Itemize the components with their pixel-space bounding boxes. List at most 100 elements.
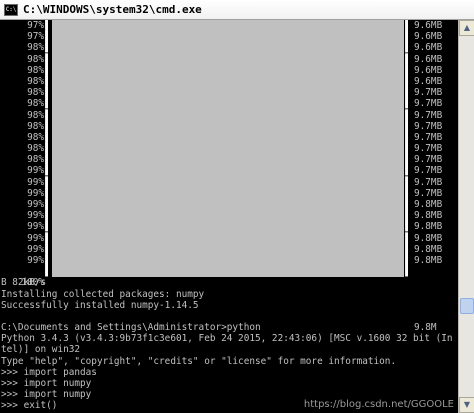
progress-size: 9.6MB (414, 64, 443, 76)
progress-bar-left-cap: ▌ (45, 176, 51, 188)
progress-bar-left-cap: ▌ (45, 165, 51, 177)
progress-bar-fill (52, 109, 404, 121)
progress-size: 9.6MB (414, 75, 443, 87)
progress-bar-fill (52, 266, 404, 278)
progress-bar-right-cap: ▌ (405, 31, 411, 43)
progress-row: 99% ▌ ▌ 9.8MB (0, 243, 458, 255)
progress-bar-right-cap: ▌ (405, 266, 411, 278)
progress-size: 9.8MB (414, 232, 443, 244)
progress-row: 98% ▌ ▌ 9.7MB (0, 131, 458, 144)
progress-bar-fill (52, 120, 404, 132)
progress-bar-left-cap: ▌ (45, 64, 51, 76)
progress-row: 99% ▌ ▌ 9.8MB (0, 221, 458, 233)
progress-bar-left-cap: ▌ (45, 187, 51, 199)
progress-bar-fill (52, 221, 404, 233)
progress-bar-fill (52, 64, 404, 76)
progress-size: 9.8MB (414, 243, 443, 255)
progress-bar-fill (52, 176, 404, 188)
progress-bar-right-cap: ▌ (405, 109, 411, 121)
scroll-down-button[interactable]: ▼ (459, 397, 474, 413)
progress-row: 98% ▌ ▌ 9.7MB (0, 87, 458, 99)
progress-size: 9.7MB (414, 154, 443, 166)
progress-bar-right-cap: ▌ (405, 98, 411, 110)
progress-bar-left-cap: ▌ (45, 75, 51, 87)
progress-bar-fill (52, 254, 404, 267)
progress-percent: 98% (27, 87, 44, 99)
progress-percent: 99% (27, 210, 44, 222)
progress-row: 99% ▌ ▌ 9.8MB (0, 232, 458, 244)
progress-bar-right-cap: ▌ (405, 87, 411, 99)
progress-bar-fill (52, 187, 404, 199)
progress-size: 9.6MB (414, 31, 443, 43)
progress-bar-right-cap: ▌ (405, 187, 411, 199)
progress-size: 9.7MB (414, 176, 443, 188)
progress-bar-left-cap: ▌ (45, 199, 51, 210)
progress-log: 97% ▌ ▌ 9.6MB 97% ▌ ▌ 9.6MB 98% ▌ ▌ 9.6MB 98% ▌ ▌ 9.6MB… (0, 20, 458, 267)
progress-size: 9.6MB (414, 42, 443, 54)
progress-percent: 98% (27, 42, 44, 54)
progress-row: 98% ▌ ▌ 9.7MB (0, 143, 458, 155)
progress-row: 98% ▌ ▌ 9.6MB (0, 75, 458, 88)
progress-percent: 98% (27, 64, 44, 76)
progress-percent: 99% (27, 243, 44, 255)
progress-bar-fill (52, 53, 404, 65)
progress-bar-left-cap: ▌ (45, 143, 51, 155)
progress-bar-left-cap: ▌ (45, 266, 51, 278)
output-line: >>> import pandas (1, 366, 97, 378)
vertical-scrollbar[interactable]: ▲ ▼ (458, 20, 474, 413)
progress-bar-left-cap: ▌ (45, 20, 51, 31)
progress-bar-right-cap: ▌ (405, 221, 411, 233)
scroll-up-button[interactable]: ▲ (459, 20, 474, 36)
progress-bar-left-cap: ▌ (45, 120, 51, 132)
progress-row: 99% ▌ ▌ 9.8MB (0, 254, 458, 267)
progress-row: 98% ▌ ▌ 9.7MB (0, 154, 458, 166)
progress-percent: 98% (27, 131, 44, 143)
progress-percent: 97% (27, 20, 44, 31)
progress-row-final: 100% ▌ ▌ 9.8M (0, 266, 458, 333)
output-line: Installing collected packages: numpy (1, 288, 205, 300)
progress-percent: 99% (27, 254, 44, 266)
progress-percent: 99% (27, 221, 44, 233)
progress-bar-fill (52, 87, 404, 99)
progress-size: 9.7MB (414, 109, 443, 121)
window-title: C:\WINDOWS\system32\cmd.exe (23, 3, 202, 16)
progress-bar-fill (52, 210, 404, 222)
progress-percent: 98% (27, 53, 44, 65)
progress-row: 98% ▌ ▌ 9.6MB (0, 53, 458, 65)
progress-bar-left-cap: ▌ (45, 42, 51, 54)
progress-bar-left-cap: ▌ (45, 232, 51, 244)
progress-bar-right-cap: ▌ (405, 131, 411, 143)
progress-bar-left-cap: ▌ (45, 254, 51, 266)
progress-bar-left-cap: ▌ (45, 31, 51, 43)
cmd-app-icon[interactable]: C:\ (4, 3, 18, 16)
progress-row: 99% ▌ ▌ 9.7MB (0, 176, 458, 188)
progress-row: 98% ▌ ▌ 9.7MB (0, 109, 458, 121)
title-bar[interactable]: C:\ C:\WINDOWS\system32\cmd.exe (0, 0, 474, 20)
progress-bar-fill (52, 143, 404, 155)
watermark-text: https://blog.csdn.net/GGOOLE (303, 399, 454, 410)
progress-size: 9.7MB (414, 187, 443, 199)
progress-bar-left-cap: ▌ (45, 109, 51, 121)
progress-row: 98% ▌ ▌ 9.6MB (0, 64, 458, 76)
progress-size: 9.7MB (414, 120, 443, 132)
console-output[interactable]: 97% ▌ ▌ 9.6MB 97% ▌ ▌ 9.6MB 98% ▌ ▌ 9.6MB 98% ▌ ▌ 9.6MB… (0, 20, 458, 413)
progress-bar-left-cap: ▌ (45, 210, 51, 222)
progress-bar-right-cap: ▌ (405, 154, 411, 166)
progress-row: 98% ▌ ▌ 9.7MB (0, 98, 458, 110)
progress-size: 9.7MB (414, 98, 443, 110)
progress-bar-fill (52, 98, 404, 110)
progress-percent: 98% (27, 143, 44, 155)
output-line: tel)] on win32 (1, 344, 81, 356)
output-line: B 82kB/s (1, 277, 47, 289)
scroll-thumb[interactable] (460, 298, 474, 314)
progress-percent: 98% (27, 154, 44, 166)
progress-row: 98% ▌ ▌ 9.6MB (0, 42, 458, 54)
progress-bar-right-cap: ▌ (405, 199, 411, 210)
progress-percent: 98% (27, 109, 44, 121)
progress-bar-fill (52, 232, 404, 244)
progress-bar-fill (52, 42, 404, 54)
progress-size: 9.8MB (414, 221, 443, 233)
cmd-window: C:\ C:\WINDOWS\system32\cmd.exe 97% ▌ ▌ 9.6… (0, 0, 474, 413)
progress-bar-fill (52, 154, 404, 166)
